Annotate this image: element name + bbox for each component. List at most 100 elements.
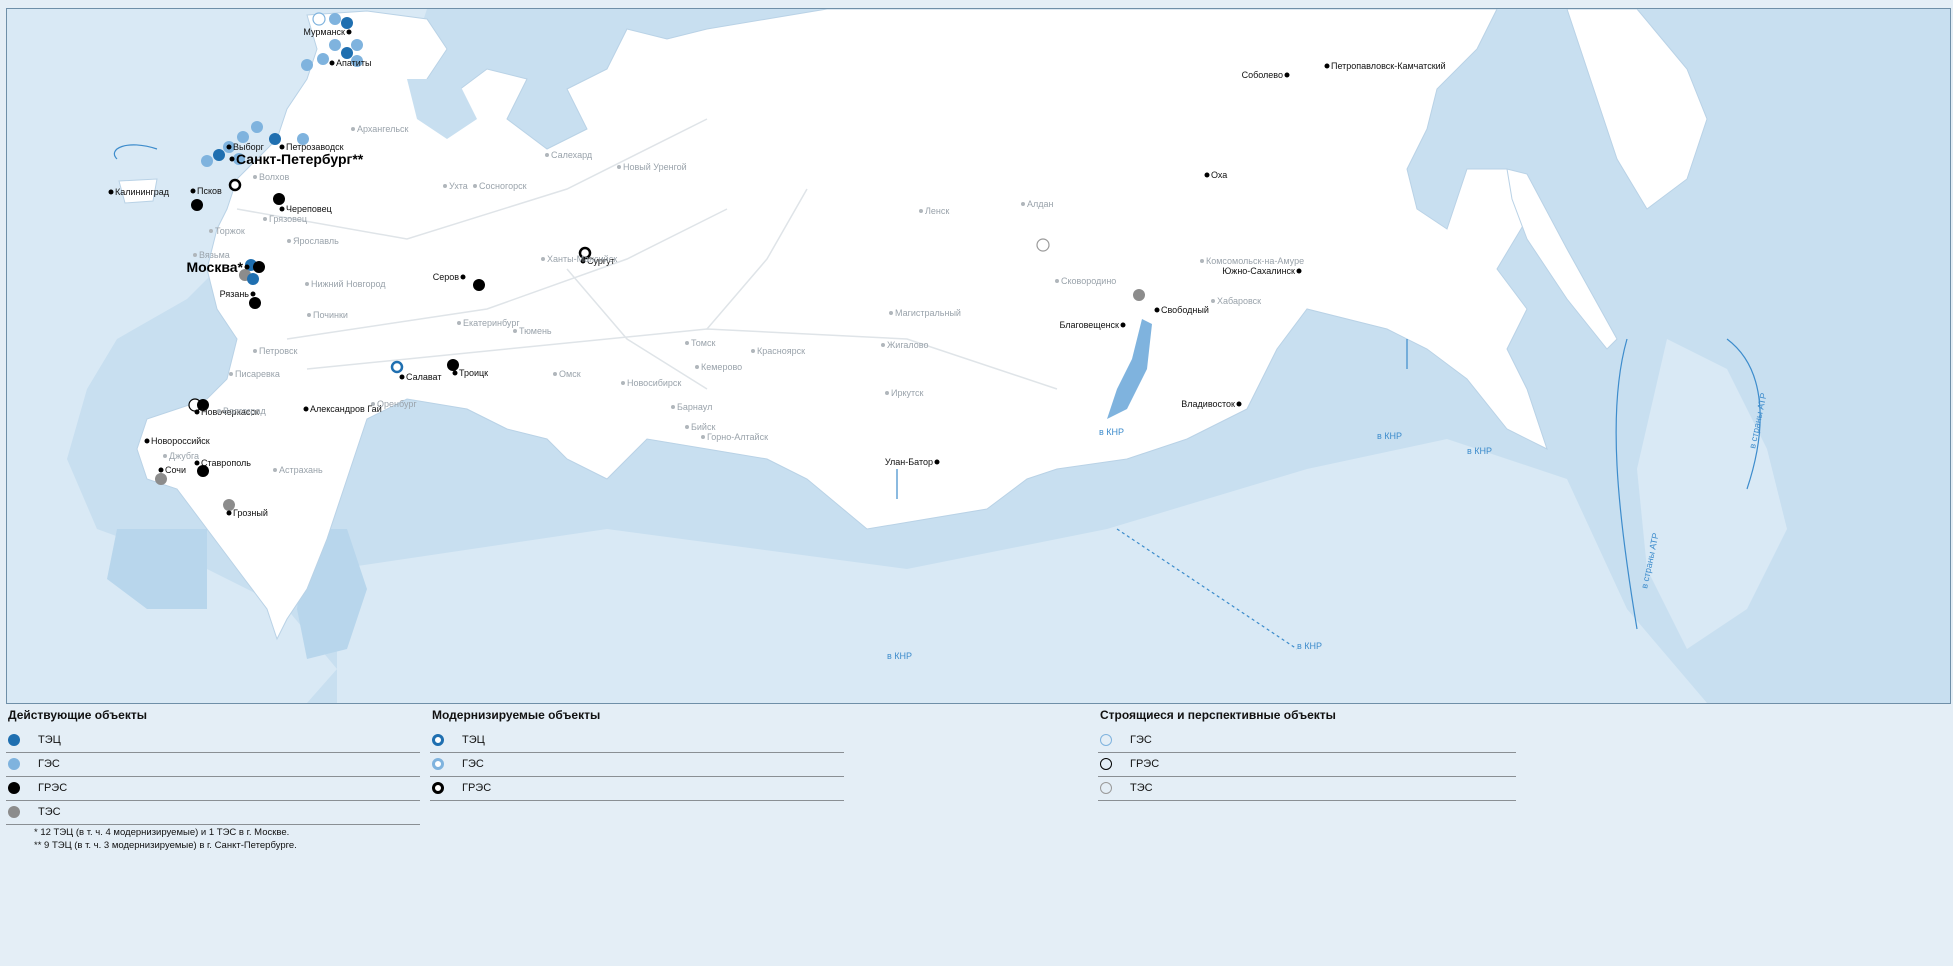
town-label-skovorodino-dot	[1055, 279, 1059, 283]
town-label-lensk: Ленск	[925, 206, 949, 216]
city-label-sobolevo: Соболево	[1242, 70, 1283, 80]
town-label-biysk-dot	[685, 425, 689, 429]
town-label-zhigalovo: Жигалово	[887, 340, 928, 350]
export-label-knr: в КНР	[1467, 446, 1492, 456]
town-label-tomsk-dot	[685, 341, 689, 345]
town-label-biysk: Бийск	[691, 422, 715, 432]
town-label-khabarovsk: Хабаровск	[1217, 296, 1261, 306]
town-label-omsk: Омск	[559, 369, 581, 379]
plant-marker-tes	[1133, 289, 1145, 301]
legend-label: ГРЭС	[462, 782, 492, 794]
legend-label: ТЭС	[1130, 782, 1153, 794]
legend-modernized-title: Модернизируемые объекты	[432, 708, 601, 722]
town-label-barnaul: Барнаул	[677, 402, 712, 412]
export-label-knr: в КНР	[1377, 431, 1402, 441]
legend-symbol-icon	[8, 758, 20, 770]
town-label-volgograd: Волгоград	[223, 406, 266, 416]
city-label-ulan_bator-dot	[934, 459, 940, 465]
legend-operating-title: Действующие объекты	[8, 708, 147, 722]
city-label-stavropol: Ставрополь	[201, 458, 251, 468]
plant-marker-gres	[273, 193, 285, 205]
city-label-kaliningrad: Калининград	[115, 187, 170, 197]
city-label-okha: Оха	[1211, 170, 1227, 180]
legend-symbol-icon	[1100, 758, 1112, 770]
legend-row-modernized-1: ГЭС	[430, 753, 844, 777]
legend-row-operating-2: ГРЭС	[6, 777, 420, 801]
legend-symbol-icon	[432, 734, 444, 746]
plant-marker-gres	[228, 178, 242, 192]
city-label-aleksandrov_gai-dot	[303, 406, 309, 412]
city-label-sochi: Сочи	[165, 465, 186, 475]
city-label-troitsk-dot	[452, 370, 458, 376]
capital-label-moscow-dot	[244, 264, 250, 270]
town-label-magistralny-dot	[889, 311, 893, 315]
legend-symbol-icon	[8, 806, 20, 818]
legend-label: ТЭС	[38, 806, 61, 818]
town-label-petrovsk-dot	[253, 349, 257, 353]
town-label-kemerovo-dot	[695, 365, 699, 369]
legend-operating: Действующие объекты ТЭЦ ГЭС ГРЭС ТЭС	[6, 706, 420, 825]
legend-label: ГЭС	[462, 758, 484, 770]
town-label-arkhangelsk-dot	[351, 127, 355, 131]
city-label-blagoveshchensk: Благовещенск	[1059, 320, 1119, 330]
plant-marker-tec	[247, 273, 259, 285]
legend-symbol-icon	[432, 758, 444, 770]
town-label-petrovsk: Петровск	[259, 346, 297, 356]
legend-row-modernized-2: ГРЭС	[430, 777, 844, 801]
city-label-ulan_bator: Улан-Батор	[885, 457, 933, 467]
kamchatka-land	[1566, 9, 1708, 210]
town-label-khanty: Ханты-Мансийск	[547, 254, 617, 264]
export-label-knr: в КНР	[1297, 641, 1322, 651]
city-label-cherepovets: Череповец	[286, 204, 332, 214]
legend-modernized: Модернизируемые объекты ТЭЦ ГЭС ГРЭС	[430, 706, 844, 801]
city-label-salavat: Салават	[406, 372, 441, 382]
town-label-khabarovsk-dot	[1211, 299, 1215, 303]
legend-row-construction-0: ГЭС	[1098, 729, 1516, 753]
plant-marker-ges	[329, 39, 341, 51]
city-label-kaliningrad-dot	[108, 189, 114, 195]
town-label-pisarevka-dot	[229, 372, 233, 376]
legend-symbol-icon	[8, 782, 20, 794]
plant-marker-tec	[213, 149, 225, 161]
legend-label: ГЭС	[38, 758, 60, 770]
city-label-vyborg-dot	[226, 144, 232, 150]
town-label-irkutsk: Иркутск	[891, 388, 924, 398]
plant-marker-ges	[201, 155, 213, 167]
city-label-sochi-dot	[158, 467, 164, 473]
city-label-vladivostok: Владивосток	[1181, 399, 1235, 409]
town-label-ukhta-dot	[443, 184, 447, 188]
plant-marker-ges	[351, 39, 363, 51]
legend-symbol-icon	[8, 734, 20, 746]
town-label-gorno: Горно-Алтайск	[707, 432, 768, 442]
plant-marker-gres	[447, 359, 459, 371]
plant-marker-ges	[317, 53, 329, 65]
town-label-irkutsk-dot	[885, 391, 889, 395]
legend-row-modernized-0: ТЭЦ	[430, 729, 844, 753]
legend-row-construction-2: ТЭС	[1098, 777, 1516, 801]
plant-marker-tec	[269, 133, 281, 145]
city-label-novorossiysk: Новороссийск	[151, 436, 210, 446]
footnote-spb: ** 9 ТЭЦ (в т. ч. 3 модернизируемые) в г…	[34, 840, 297, 851]
city-label-ryazan: Рязань	[220, 289, 250, 299]
town-label-astrakhan: Астрахань	[279, 465, 323, 475]
legend-label: ТЭЦ	[462, 734, 485, 746]
plant-marker-ges	[329, 13, 341, 25]
plant-marker-tes	[1036, 238, 1050, 252]
city-label-grozny-dot	[226, 510, 232, 516]
capital-label-spb-dot	[229, 156, 235, 162]
town-label-komsomolsk-dot	[1200, 259, 1204, 263]
town-label-magistralny: Магистральный	[895, 308, 961, 318]
town-label-sosnogorsk: Сосногорск	[479, 181, 527, 191]
town-label-salekhard-dot	[545, 153, 549, 157]
plant-marker-ges	[301, 59, 313, 71]
city-label-troitsk: Троицк	[459, 368, 488, 378]
town-label-omsk-dot	[553, 372, 557, 376]
plant-marker-gres	[473, 279, 485, 291]
town-label-volkhov: Волхов	[259, 172, 289, 182]
town-label-nizhny: Нижний Новгород	[311, 279, 386, 289]
town-label-astrakhan-dot	[273, 468, 277, 472]
city-label-svobodny: Свободный	[1161, 305, 1209, 315]
town-label-volgograd-dot	[217, 409, 221, 413]
legend-symbol-icon	[1100, 782, 1112, 794]
town-label-gryazovets: Грязовец	[269, 214, 307, 224]
